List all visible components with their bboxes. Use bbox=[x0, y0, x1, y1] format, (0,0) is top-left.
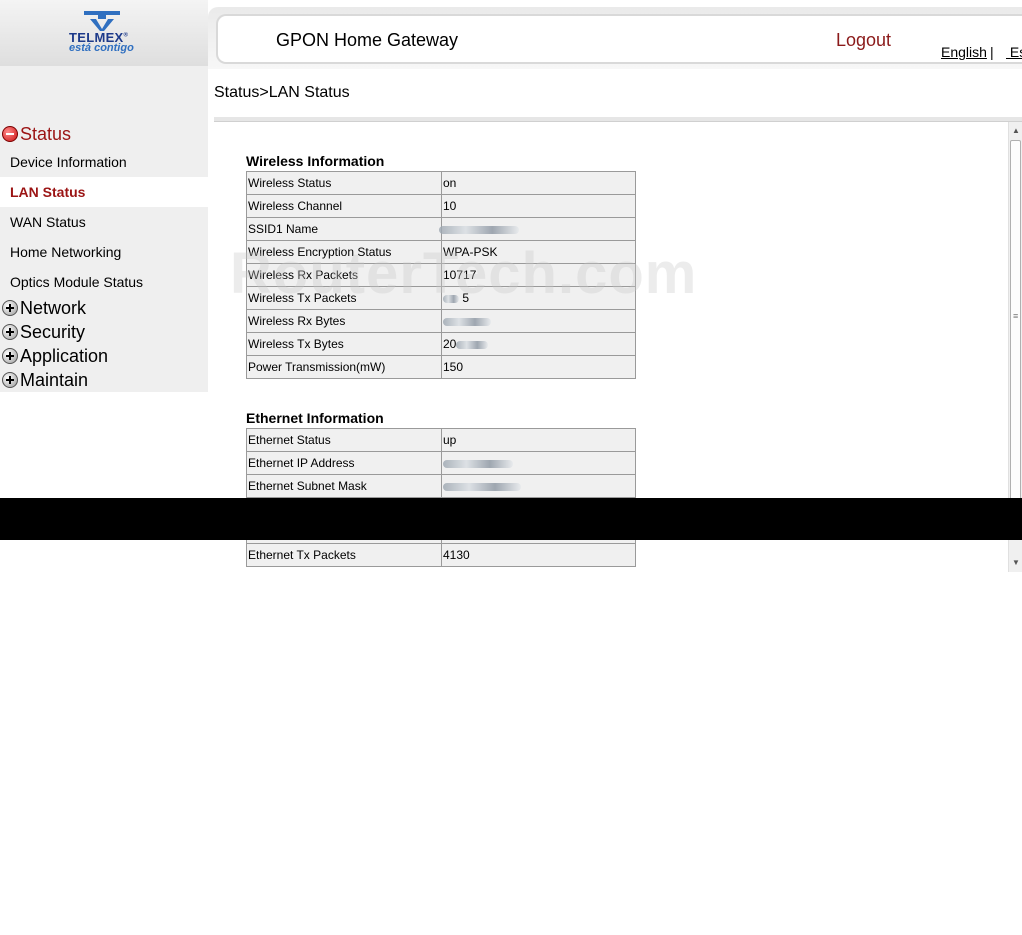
row-value-redacted bbox=[441, 474, 636, 498]
lang-spanish-link[interactable]: Es bbox=[1006, 44, 1022, 60]
wireless-section-title: Wireless Information bbox=[246, 153, 385, 169]
table-row: Wireless Channel 10 bbox=[246, 194, 636, 218]
expand-icon bbox=[2, 372, 18, 388]
sidebar-section-label: Application bbox=[20, 346, 109, 366]
redacted-value bbox=[443, 482, 521, 491]
row-value: 4130 bbox=[441, 543, 636, 567]
row-key: Ethernet Status bbox=[246, 428, 442, 452]
row-value: up bbox=[441, 428, 636, 452]
sidebar-section-application[interactable]: Application bbox=[0, 346, 208, 370]
row-key: Wireless Channel bbox=[246, 194, 442, 218]
row-value-redacted bbox=[441, 309, 636, 333]
row-key: Ethernet Subnet Mask bbox=[246, 474, 442, 498]
expand-icon bbox=[2, 348, 18, 364]
row-key: Wireless Tx Bytes bbox=[246, 332, 442, 356]
collapse-icon bbox=[2, 126, 18, 142]
row-key: Ethernet IP Address bbox=[246, 451, 442, 475]
table-row: Wireless Status on bbox=[246, 171, 636, 195]
breadcrumb: Status>LAN Status bbox=[214, 84, 350, 101]
redacted-value bbox=[443, 317, 491, 326]
sidebar-section-status[interactable]: Status bbox=[0, 124, 208, 148]
scroll-grip-icon: ≡ bbox=[1013, 311, 1019, 321]
table-row: Ethernet IP Address bbox=[246, 451, 636, 475]
table-row: Ethernet Status up bbox=[246, 428, 636, 452]
expand-icon bbox=[2, 324, 18, 340]
sidebar-item-optics-module-status[interactable]: Optics Module Status bbox=[0, 267, 208, 297]
row-key: Wireless Rx Bytes bbox=[246, 309, 442, 333]
row-value: 10 bbox=[441, 194, 636, 218]
sidebar-item-home-networking[interactable]: Home Networking bbox=[0, 237, 208, 267]
sidebar-item-lan-status[interactable]: LAN Status bbox=[0, 177, 208, 207]
table-row: Ethernet Tx Packets 4130 bbox=[246, 543, 636, 567]
sidebar-section-label: Maintain bbox=[20, 370, 89, 390]
table-row: Power Transmission(mW) 150 bbox=[246, 355, 636, 379]
row-key: SSID1 Name bbox=[246, 217, 442, 241]
ethernet-section-title: Ethernet Information bbox=[246, 410, 384, 426]
row-key: Ethernet Tx Packets bbox=[246, 543, 442, 567]
scroll-up-arrow-icon[interactable]: ▲ bbox=[1009, 122, 1022, 140]
row-value: 20 bbox=[441, 332, 636, 356]
table-row: Wireless Tx Bytes 20 bbox=[246, 332, 636, 356]
row-value-redacted bbox=[441, 451, 636, 475]
sidebar-item-wan-status[interactable]: WAN Status bbox=[0, 207, 208, 237]
sidebar-section-network[interactable]: Network bbox=[0, 298, 208, 322]
sidebar-section-label: Status bbox=[20, 124, 72, 144]
sidebar-section-security[interactable]: Security bbox=[0, 322, 208, 346]
sidebar-section-maintain[interactable]: Maintain bbox=[0, 370, 208, 394]
table-row: Ethernet Subnet Mask bbox=[246, 474, 636, 498]
table-row: Wireless Rx Bytes bbox=[246, 309, 636, 333]
app-title: GPON Home Gateway bbox=[276, 30, 459, 50]
brand-tagline: está contigo bbox=[69, 42, 134, 54]
sidebar-item-device-information[interactable]: Device Information bbox=[0, 147, 208, 177]
table-row: SSID1 Name bbox=[246, 217, 636, 241]
row-value: on bbox=[441, 171, 636, 195]
telmex-logo-icon bbox=[84, 11, 120, 31]
expand-icon bbox=[2, 300, 18, 316]
sidebar: Status Device Information LAN Status WAN… bbox=[0, 66, 208, 392]
row-value: 150 bbox=[441, 355, 636, 379]
scroll-thumb[interactable]: ≡ bbox=[1010, 140, 1021, 502]
lang-english-link[interactable]: English bbox=[941, 44, 987, 60]
scroll-down-arrow-icon[interactable]: ▼ bbox=[1009, 554, 1022, 572]
logo-area: TELMEX® está contigo bbox=[0, 0, 208, 66]
watermark: RouterTech.com bbox=[230, 241, 698, 306]
lang-separator: | bbox=[990, 44, 994, 60]
row-value-redacted bbox=[439, 217, 636, 241]
sidebar-section-label: Security bbox=[20, 322, 86, 342]
row-key: Power Transmission(mW) bbox=[246, 355, 442, 379]
redacted-value bbox=[439, 225, 519, 234]
redaction-bar bbox=[0, 498, 1022, 540]
row-key: Wireless Status bbox=[246, 171, 442, 195]
redacted-value bbox=[456, 340, 489, 349]
redacted-value bbox=[443, 459, 513, 468]
logout-link[interactable]: Logout bbox=[836, 30, 891, 51]
sidebar-section-label: Network bbox=[20, 298, 87, 318]
